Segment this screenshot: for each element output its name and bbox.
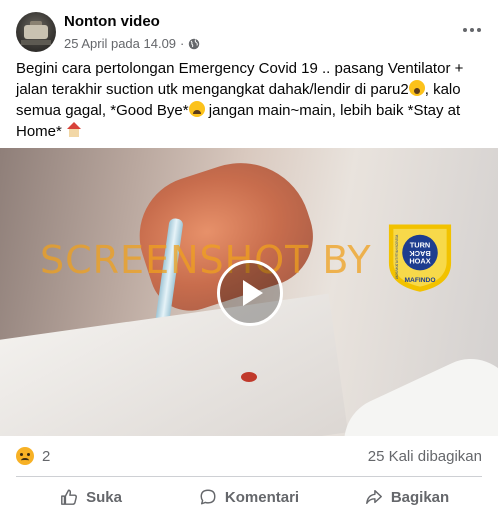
post-header: Nonton video 25 April pada 14.09 · bbox=[16, 10, 486, 52]
scream-emoji-icon bbox=[408, 80, 425, 96]
post-stats: 2 25 Kali dibagikan bbox=[16, 444, 482, 468]
badge-center-line3: HOAX bbox=[409, 257, 430, 266]
screenshot-watermark: SCREENSHOT BY bbox=[40, 238, 372, 282]
post-meta: 25 April pada 14.09 · bbox=[64, 36, 200, 51]
share-label: Bagikan bbox=[390, 488, 450, 506]
video-frame-blood bbox=[241, 372, 257, 382]
share-arrow-icon bbox=[365, 489, 382, 505]
video-frame-glove bbox=[329, 344, 498, 436]
share-button[interactable]: Bagikan bbox=[328, 480, 486, 514]
reaction-summary[interactable]: 2 bbox=[16, 447, 50, 465]
ellipsis-icon bbox=[463, 28, 481, 32]
thumbs-up-icon bbox=[61, 489, 78, 505]
post-card: Nonton video 25 April pada 14.09 · Begin… bbox=[0, 0, 498, 519]
video-frame-sheet bbox=[0, 293, 348, 436]
divider bbox=[16, 476, 482, 477]
play-button[interactable] bbox=[217, 260, 283, 326]
house-emoji-icon bbox=[66, 122, 82, 138]
badge-ring-text: MASYARAKAT ANTI FITNAH INDONESIA bbox=[395, 234, 399, 279]
post-caption: Begini cara pertolongan Emergency Covid … bbox=[16, 58, 484, 142]
caption-text-1: Begini cara pertolongan Emergency Covid … bbox=[16, 60, 464, 98]
badge-bottom-text: MAFINDO bbox=[404, 277, 435, 284]
mafindo-badge-icon: TURN BACK HOAX MAFINDO MASYARAKAT ANTI F… bbox=[388, 224, 452, 292]
comment-button[interactable]: Komentari bbox=[170, 480, 328, 514]
crying-emoji-icon bbox=[188, 101, 205, 117]
avatar[interactable] bbox=[16, 12, 56, 52]
sad-reaction-icon bbox=[16, 447, 34, 465]
play-icon bbox=[243, 280, 263, 306]
comment-icon bbox=[200, 489, 216, 505]
globe-icon[interactable] bbox=[188, 38, 200, 50]
action-bar: Suka Komentari Bagikan bbox=[12, 480, 486, 514]
like-button[interactable]: Suka bbox=[12, 480, 170, 514]
like-label: Suka bbox=[86, 488, 122, 506]
video-player[interactable]: SCREENSHOT BY TURN BACK HOAX MAFINDO MAS… bbox=[0, 148, 498, 436]
reaction-count: 2 bbox=[42, 447, 51, 465]
share-count[interactable]: 25 Kali dibagikan bbox=[368, 448, 482, 465]
page-name-link[interactable]: Nonton video bbox=[64, 13, 160, 30]
more-options-button[interactable] bbox=[458, 16, 486, 44]
badge-center-line1: TURN bbox=[410, 240, 431, 249]
comment-label: Komentari bbox=[224, 488, 300, 506]
post-timestamp[interactable]: 25 April pada 14.09 bbox=[64, 36, 176, 51]
meta-separator: · bbox=[180, 36, 185, 51]
